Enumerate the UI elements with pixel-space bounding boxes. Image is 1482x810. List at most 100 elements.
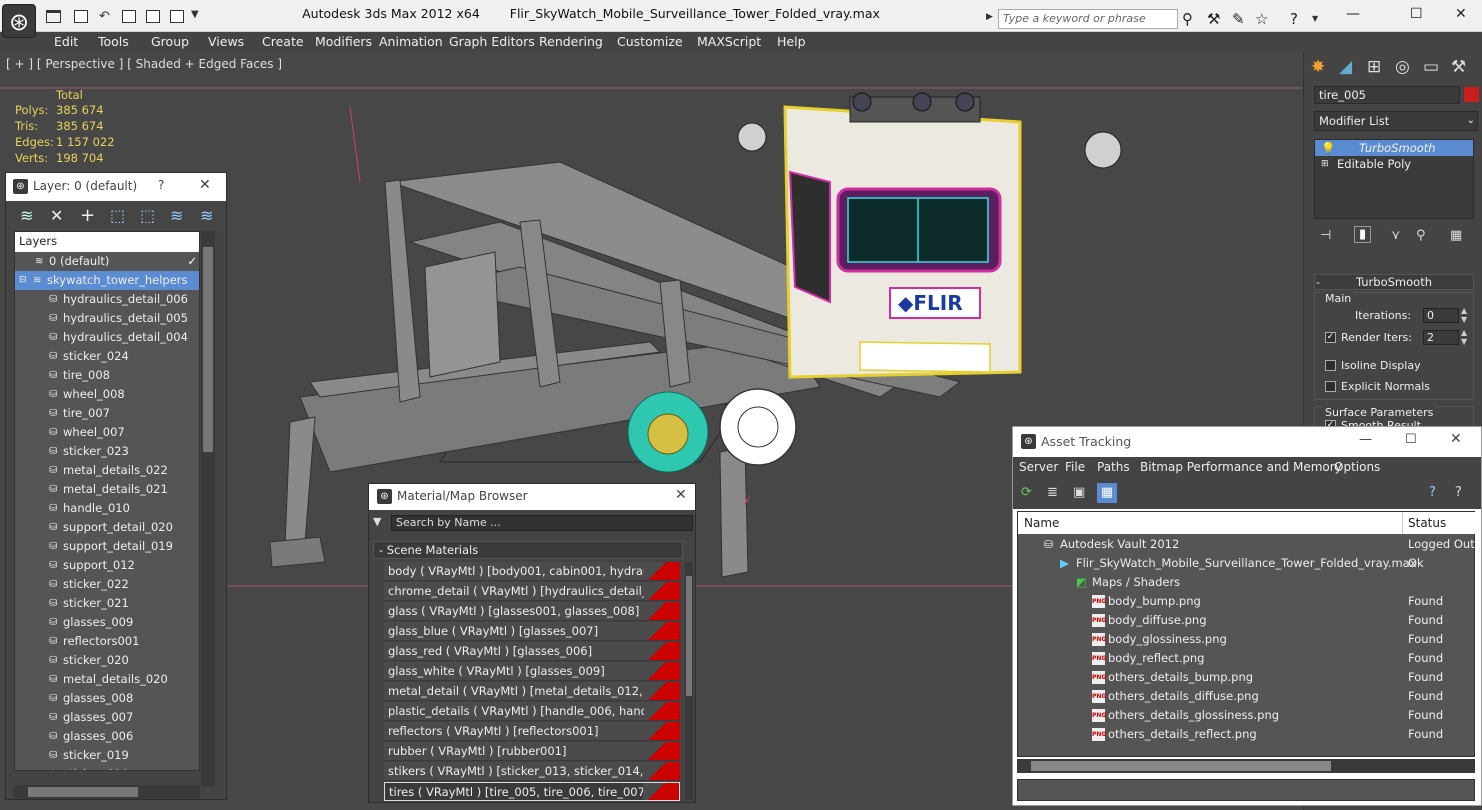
material-row[interactable]: chrome_detail ( VRayMtl ) [hydraulics_de…	[384, 582, 680, 601]
thumbnail-view-icon[interactable]: ▣	[1073, 485, 1085, 500]
binoculars-icon[interactable]: ⚲	[1182, 10, 1193, 28]
asset-minimize-icon[interactable]: —	[1359, 432, 1372, 447]
column-name-header[interactable]: Name	[1024, 516, 1059, 530]
iterations-spinner[interactable]: 0	[1423, 308, 1459, 323]
keyword-search-input[interactable]: Type a keyword or phrase	[998, 9, 1178, 29]
isoline-display-checkbox[interactable]	[1325, 360, 1336, 371]
object-row[interactable]: ⛁ metal_details_020	[15, 670, 199, 689]
close-icon[interactable]: ✕	[1455, 6, 1467, 22]
object-name-field[interactable]: tire_005	[1314, 86, 1460, 104]
material-row[interactable]: metal_detail ( VRayMtl ) [metal_details_…	[384, 682, 680, 701]
wrench-icon[interactable]: ⚒	[1207, 10, 1220, 28]
asset-row-png[interactable]: PNG body_glossiness.png Found	[1018, 630, 1476, 649]
lightbulb-icon[interactable]: 💡	[1321, 140, 1335, 156]
object-row[interactable]: ⛁ hydraulics_detail_006	[15, 290, 199, 309]
asset-path-field[interactable]	[1017, 779, 1475, 801]
asset-row-png[interactable]: PNG others_details_glossiness.png Found	[1018, 706, 1476, 725]
layer-hscroll-thumb[interactable]	[28, 787, 138, 797]
asset-tracking-titlebar[interactable]: ⊛ Asset Tracking — ☐ ✕	[1013, 427, 1481, 457]
object-row[interactable]: ⛁ glasses_007	[15, 708, 199, 727]
add-to-layer-icon[interactable]: +	[80, 205, 95, 226]
object-row[interactable]: ⛁ glasses_006	[15, 727, 199, 746]
layer-horizontal-scrollbar[interactable]	[14, 785, 200, 799]
favorites-star-icon[interactable]: ☆	[1255, 10, 1268, 28]
rollout-collapse-icon[interactable]: -	[1316, 276, 1320, 289]
table-view-icon[interactable]: ▦	[1097, 483, 1117, 503]
layers-column-header[interactable]: Layers	[15, 232, 199, 252]
minimize-icon[interactable]: —	[1346, 6, 1360, 22]
explicit-normals-checkbox[interactable]	[1325, 381, 1336, 392]
material-options-dropdown-icon[interactable]: ▼	[373, 515, 381, 528]
asset-help-icon[interactable]: ?	[1429, 485, 1436, 500]
list-view-icon[interactable]: ≣	[1047, 485, 1058, 500]
material-row[interactable]: glass_red ( VRayMtl ) [glasses_006]	[384, 642, 680, 661]
menu-maxscript[interactable]: MAXScript	[697, 34, 761, 49]
render-iters-checkbox[interactable]: ✓	[1325, 332, 1336, 343]
menu-views[interactable]: Views	[208, 34, 244, 49]
object-row[interactable]: ⛁ metal_details_021	[15, 480, 199, 499]
select-objects-icon[interactable]: ⬚	[110, 206, 125, 225]
help-icon[interactable]: ?	[1290, 10, 1298, 28]
object-row[interactable]: ⛁ wheel_007	[15, 423, 199, 442]
create-layer-icon[interactable]: ≋	[20, 206, 33, 225]
object-color-swatch[interactable]	[1464, 87, 1479, 102]
layer-panel-header[interactable]: ⊛ Layer: 0 (default) ? ✕	[6, 173, 226, 201]
object-row[interactable]: ⛁ support_012	[15, 556, 199, 575]
modify-tab-icon[interactable]: ◢	[1339, 57, 1352, 77]
material-row[interactable]: plastic_details ( VRayMtl ) [handle_006,…	[384, 702, 680, 721]
layer-list[interactable]: Layers ≋ 0 (default) ✓ ⊟ ≋ skywatch_tower_he…	[14, 231, 200, 771]
application-menu-icon[interactable]: ⊛	[2, 4, 36, 38]
collapse-minus-icon[interactable]: ⊟	[19, 271, 27, 290]
viewport-label[interactable]: [ + ] [ Perspective ] [ Shaded + Edged F…	[6, 57, 282, 71]
menu-help[interactable]: Help	[777, 34, 806, 49]
material-row[interactable]: glass ( VRayMtl ) [glasses001, glasses_0…	[384, 602, 680, 621]
modifier-list-dropdown[interactable]: Modifier List ⌄	[1314, 111, 1478, 131]
asset-horizontal-scrollbar[interactable]	[1017, 759, 1475, 773]
layer-close-icon[interactable]: ✕	[199, 177, 211, 193]
refresh-icon[interactable]: ⟳	[1021, 485, 1032, 500]
asset-row-png[interactable]: PNG others_details_bump.png Found	[1018, 668, 1476, 687]
asset-maximize-icon[interactable]: ☐	[1405, 432, 1417, 447]
asset-row-png[interactable]: PNG others_details_reflect.png Found	[1018, 725, 1476, 744]
menu-tools[interactable]: Tools	[98, 34, 129, 49]
object-row[interactable]: ⛁ support_detail_019	[15, 537, 199, 556]
stack-item-editable-poly[interactable]: ⊞ Editable Poly	[1315, 156, 1473, 172]
asset-menu-file[interactable]: File	[1065, 460, 1085, 474]
menu-edit[interactable]: Edit	[54, 34, 78, 49]
scene-materials-group[interactable]: - Scene Materials	[373, 541, 683, 559]
stack-item-turbosmooth[interactable]: 💡 TurboSmooth	[1315, 140, 1473, 156]
object-row[interactable]: ⛁ sticker_022	[15, 575, 199, 594]
column-status-header[interactable]: Status	[1408, 516, 1446, 530]
asset-hscroll-thumb[interactable]	[1031, 761, 1331, 771]
object-row[interactable]: ⛁ hydraulics_detail_004	[15, 328, 199, 347]
object-row[interactable]: ⛁ handle_010	[15, 499, 199, 518]
asset-row-png[interactable]: PNG body_bump.png Found	[1018, 592, 1476, 611]
asset-context-help-icon[interactable]: ?	[1455, 485, 1462, 500]
object-row[interactable]: ⛁ reflectors001	[15, 632, 199, 651]
asset-row-maps[interactable]: ◩ Maps / Shaders	[1018, 573, 1476, 592]
remove-modifier-icon[interactable]: ⚲	[1416, 228, 1426, 243]
freeze-layers-icon[interactable]: ≋	[200, 206, 213, 225]
material-row[interactable]: stikers ( VRayMtl ) [sticker_013, sticke…	[384, 762, 680, 781]
object-row[interactable]: ⛁ wheel_008	[15, 385, 199, 404]
asset-table[interactable]: Name Status ⛁ Autodesk Vault 2012 Logged…	[1017, 511, 1476, 757]
object-row[interactable]: ⛁ glasses_008	[15, 689, 199, 708]
object-row[interactable]: ⛁ support_detail_020	[15, 518, 199, 537]
object-row[interactable]: ⛁ tire_008	[15, 366, 199, 385]
material-scroll-thumb[interactable]	[686, 576, 692, 696]
highlight-layer-icon[interactable]: ⬚	[140, 206, 155, 225]
maximize-icon[interactable]: ☐	[1410, 6, 1423, 22]
asset-menu-server[interactable]: Server	[1019, 460, 1058, 474]
menu-group[interactable]: Group	[151, 34, 189, 49]
asset-row-png[interactable]: PNG body_reflect.png Found	[1018, 649, 1476, 668]
object-row[interactable]: ⛁ sticker_019	[15, 746, 199, 765]
material-row[interactable]: glass_blue ( VRayMtl ) [glasses_007]	[384, 622, 680, 641]
hierarchy-tab-icon[interactable]: ⊞	[1367, 57, 1381, 77]
object-row[interactable]: ⛁ glasses_009	[15, 613, 199, 632]
asset-row-png[interactable]: PNG body_diffuse.png Found	[1018, 611, 1476, 630]
material-row[interactable]: glass_white ( VRayMtl ) [glasses_009]	[384, 662, 680, 681]
asset-row-max-file[interactable]: ▶ Flir_SkyWatch_Mobile_Surveillance_Towe…	[1018, 554, 1476, 573]
show-end-result-icon[interactable]: ▮	[1354, 226, 1372, 243]
asset-menu-bitmap[interactable]: Bitmap Performance and Memory	[1140, 460, 1342, 474]
layer-vertical-scrollbar[interactable]	[201, 231, 215, 786]
